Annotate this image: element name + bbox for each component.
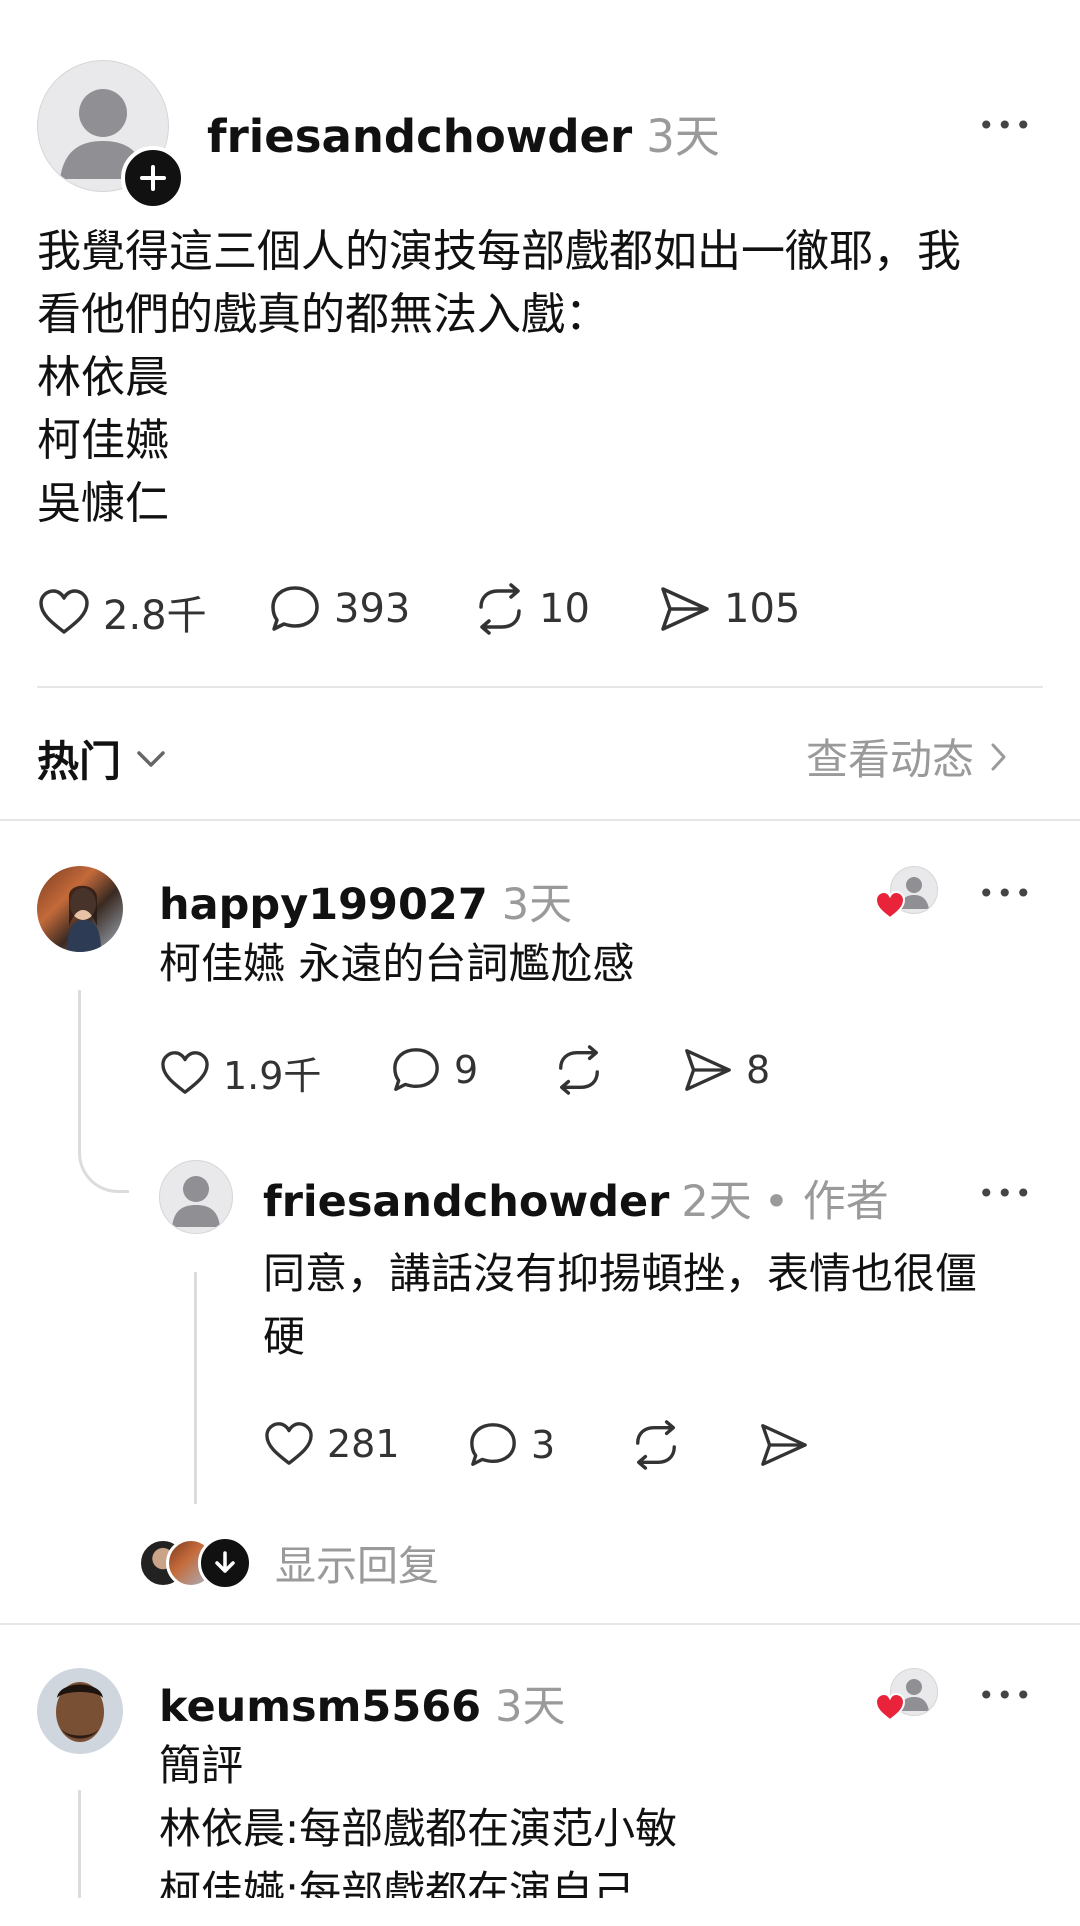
follow-plus-button[interactable]: [121, 146, 185, 210]
repost-icon: [479, 583, 521, 635]
heart-icon: [265, 1422, 313, 1465]
comment-reply-button[interactable]: 9: [390, 1045, 478, 1095]
heart-filled-icon: [874, 1692, 906, 1722]
person-icon: [172, 1176, 220, 1227]
repost-icon: [559, 1045, 599, 1095]
arrow-down-icon: [215, 1551, 235, 1573]
comment-repost-button[interactable]: [553, 1045, 605, 1095]
comment-avatar[interactable]: [37, 1668, 123, 1754]
repost-count: 10: [539, 586, 590, 632]
author-liked-badge: [874, 866, 938, 924]
post-more-button[interactable]: •••: [978, 112, 1034, 140]
comment-share-count: 8: [746, 1048, 771, 1092]
share-icon: [761, 1424, 807, 1466]
reply-repost-button[interactable]: [630, 1420, 682, 1470]
user-photo-icon: [67, 885, 101, 952]
reply-like-button[interactable]: 281: [263, 1420, 400, 1468]
reply-username[interactable]: friesandchowder: [263, 1177, 669, 1227]
like-count: 2.8千: [103, 593, 207, 639]
heart-icon: [161, 1050, 209, 1094]
plus-icon: [140, 165, 166, 191]
user-photo-icon: [56, 1682, 104, 1742]
view-activity-link[interactable]: 查看动态: [806, 726, 1008, 787]
comment-username[interactable]: happy199027: [159, 880, 488, 930]
post-text: 我覺得這三個人的演技每部戲都如出一徹耶，我 看他們的戲真的都無法入戲： 林依晨 …: [37, 226, 961, 529]
comment-icon: [271, 586, 319, 631]
show-replies-label: 显示回复: [275, 1542, 439, 1590]
like-button[interactable]: 2.8千: [37, 583, 207, 641]
heart-filled-icon: [874, 890, 906, 920]
comment-text: 簡評 林依晨:每部戲都在演范小敏 柯佳嬿:每部戲都在演自己: [159, 1741, 678, 1898]
comment-username[interactable]: keumsm5566: [159, 1682, 481, 1732]
repost-button[interactable]: 10: [473, 583, 590, 635]
share-count: 105: [724, 586, 801, 632]
author-liked-badge: [874, 1668, 938, 1726]
divider: [37, 686, 1043, 688]
comment-button[interactable]: 393: [268, 583, 410, 635]
thread-connector: [78, 990, 129, 1193]
comment-time: 3天: [495, 1682, 566, 1732]
comment-like-button[interactable]: 1.9千: [159, 1045, 321, 1100]
reply-comment-button[interactable]: 3: [467, 1420, 555, 1470]
reply-share-button[interactable]: [758, 1420, 810, 1470]
share-button[interactable]: 105: [658, 583, 800, 635]
reply-time: 2天: [681, 1177, 752, 1227]
post-username[interactable]: friesandchowder: [207, 110, 632, 163]
comment-icon: [393, 1048, 439, 1091]
comment-time: 3天: [501, 880, 573, 930]
heart-icon: [39, 589, 89, 634]
reply-like-count: 281: [327, 1422, 400, 1466]
comment-reply-count: 9: [454, 1048, 479, 1092]
comment-count: 393: [334, 586, 411, 632]
share-icon: [685, 1049, 731, 1091]
comment-avatar[interactable]: [37, 866, 123, 952]
show-replies-button[interactable]: 显示回复: [138, 1532, 439, 1592]
reply-comment-count: 3: [531, 1423, 556, 1467]
comment-more-button[interactable]: •••: [978, 880, 1034, 908]
chevron-right-icon: [991, 743, 1006, 770]
reply-avatar-stack: [138, 1536, 253, 1590]
repost-icon: [636, 1420, 676, 1470]
thread-line: [78, 1790, 81, 1898]
author-tag: • 作者: [763, 1177, 889, 1227]
post-time: 3天: [646, 110, 720, 163]
comment-more-button[interactable]: •••: [978, 1682, 1034, 1710]
comment-divider: [0, 1623, 1080, 1625]
section-divider: [0, 819, 1080, 821]
share-icon: [661, 587, 709, 631]
sort-dropdown[interactable]: 热门: [37, 728, 167, 789]
reply-thread-line: [194, 1272, 197, 1504]
reply-avatar[interactable]: [159, 1160, 233, 1234]
view-activity-label: 查看动态: [806, 735, 975, 784]
reply-more-button[interactable]: •••: [978, 1180, 1034, 1208]
chevron-down-icon: [137, 750, 165, 767]
reply-text: 同意，講話沒有抑揚頓挫，表情也很僵 硬: [263, 1249, 978, 1361]
comment-share-button[interactable]: 8: [682, 1045, 770, 1095]
sort-label: 热门: [37, 737, 122, 786]
comment-like-count: 1.9千: [223, 1054, 322, 1098]
comment-text: 柯佳嬿 永遠的台詞尷尬感: [159, 939, 635, 988]
comment-icon: [470, 1423, 516, 1466]
